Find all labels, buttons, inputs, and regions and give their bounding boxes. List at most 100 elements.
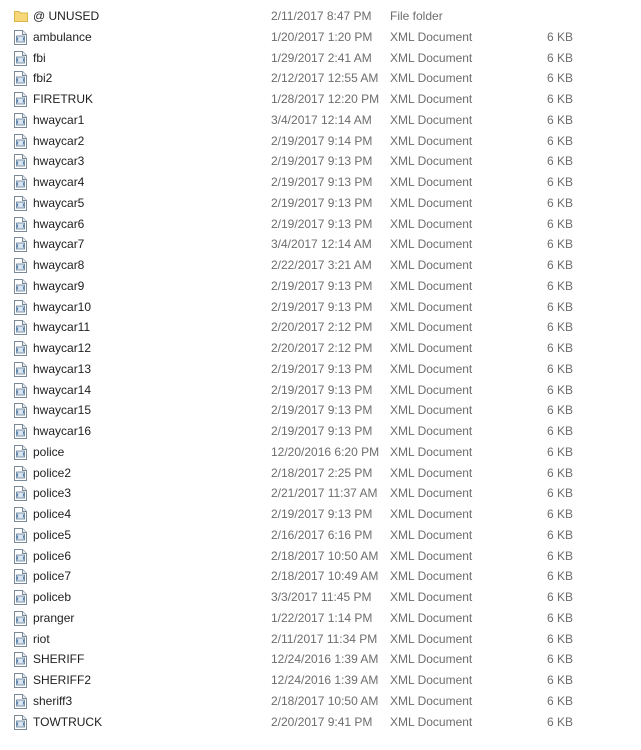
- file-row[interactable]: hwaycar8 2/22/2017 3:21 AM XML Document 6 K…: [0, 255, 641, 276]
- file-name: police5: [33, 527, 72, 542]
- file-date-modified: 2/21/2017 11:37 AM: [271, 486, 378, 501]
- file-row[interactable]: hwaycar5 2/19/2017 9:13 PM XML Document 6 K…: [0, 193, 641, 214]
- file-name: police6: [33, 548, 72, 563]
- file-row[interactable]: hwaycar16 2/19/2017 9:13 PM XML Document 6 …: [0, 421, 641, 442]
- xml-document-icon: [14, 133, 27, 149]
- xml-document-icon: [14, 258, 27, 273]
- file-name: hwaycar7: [33, 237, 85, 252]
- file-size: 6 KB: [546, 71, 573, 86]
- xml-document-icon: [14, 71, 27, 87]
- file-row[interactable]: police3 2/21/2017 11:37 AM XML Document 6 K…: [0, 483, 641, 504]
- file-date-modified: 1/20/2017 1:20 PM: [271, 29, 373, 44]
- xml-document-icon: [14, 548, 27, 564]
- file-type: XML Document: [390, 631, 473, 646]
- file-row[interactable]: hwaycar3 2/19/2017 9:13 PM XML Document 6 K…: [0, 151, 641, 172]
- file-row[interactable]: hwaycar15 2/19/2017 9:13 PM XML Document 6 …: [0, 400, 641, 421]
- file-name: fbi: [33, 50, 46, 65]
- file-size: 6 KB: [546, 693, 573, 708]
- file-row[interactable]: hwaycar6 2/19/2017 9:13 PM XML Document 6 K…: [0, 214, 641, 235]
- file-size: 6 KB: [546, 486, 573, 501]
- file-type: XML Document: [390, 465, 473, 480]
- file-row[interactable]: fbi2 2/12/2017 12:55 AM XML Document 6 KB: [0, 68, 641, 89]
- file-size: 6 KB: [546, 444, 573, 459]
- file-date-modified: 2/11/2017 8:47 PM: [271, 9, 372, 23]
- file-row[interactable]: hwaycar2 2/19/2017 9:14 PM XML Document 6 K…: [0, 131, 641, 152]
- file-type: XML Document: [390, 569, 473, 584]
- file-row[interactable]: TOWTRUCK 2/20/2017 9:41 PM XML Document 6 K…: [0, 712, 641, 733]
- file-size: 6 KB: [546, 299, 573, 314]
- file-row[interactable]: hwaycar11 2/20/2017 2:12 PM XML Document 6 …: [0, 317, 641, 338]
- xml-document-icon: [14, 50, 27, 66]
- file-type: XML Document: [390, 50, 473, 65]
- file-row[interactable]: hwaycar1 3/4/2017 12:14 AM XML Document 6 K…: [0, 110, 641, 131]
- file-size: 6 KB: [546, 361, 573, 376]
- file-row[interactable]: sheriff3 2/18/2017 10:50 AM XML Document 6 …: [0, 691, 641, 712]
- file-size: 6 KB: [546, 424, 573, 438]
- file-date-modified: 2/12/2017 12:55 AM: [271, 71, 379, 86]
- file-date-modified: 2/18/2017 10:49 AM: [271, 569, 379, 584]
- file-row[interactable]: fbi 1/29/2017 2:41 AM XML Document 6 KB: [0, 48, 641, 69]
- file-row[interactable]: hwaycar10 2/19/2017 9:13 PM XML Document 6 …: [0, 297, 641, 318]
- file-name: policeb: [33, 590, 72, 604]
- file-size: 6 KB: [546, 278, 573, 293]
- file-row[interactable]: hwaycar4 2/19/2017 9:13 PM XML Document 6 K…: [0, 172, 641, 193]
- file-type: XML Document: [390, 258, 473, 272]
- file-row[interactable]: FIRETRUK 1/28/2017 12:20 PM XML Document 6 …: [0, 89, 641, 110]
- file-date-modified: 2/18/2017 2:25 PM: [271, 465, 373, 480]
- file-type: XML Document: [390, 444, 473, 459]
- file-type: XML Document: [390, 673, 473, 687]
- file-date-modified: 1/22/2017 1:14 PM: [271, 610, 373, 625]
- file-size: 6 KB: [546, 631, 573, 646]
- file-row[interactable]: hwaycar13 2/19/2017 9:13 PM XML Document 6 …: [0, 359, 641, 380]
- file-row[interactable]: police4 2/19/2017 9:13 PM XML Document 6 KB: [0, 504, 641, 525]
- file-name: @ UNUSED: [33, 9, 100, 23]
- file-row[interactable]: hwaycar7 3/4/2017 12:14 AM XML Document 6 K…: [0, 234, 641, 255]
- xml-document-icon: [14, 237, 27, 253]
- file-type: XML Document: [390, 216, 473, 231]
- file-date-modified: 2/18/2017 10:50 AM: [271, 548, 379, 563]
- file-row[interactable]: police6 2/18/2017 10:50 AM XML Document 6 K…: [0, 546, 641, 567]
- file-date-modified: 3/4/2017 12:14 AM: [271, 237, 372, 252]
- xml-document-icon: [14, 444, 27, 460]
- file-date-modified: 2/16/2017 6:16 PM: [271, 527, 373, 542]
- file-row[interactable]: SHERIFF 12/24/2016 1:39 AM XML Document 6 K…: [0, 649, 641, 670]
- file-size: 6 KB: [546, 527, 573, 542]
- file-size: 6 KB: [546, 237, 573, 252]
- file-row[interactable]: @ UNUSED 2/11/2017 8:47 PM File folder: [0, 6, 641, 27]
- file-size: 6 KB: [546, 216, 573, 231]
- file-name: hwaycar2: [33, 133, 85, 148]
- file-row[interactable]: hwaycar12 2/20/2017 2:12 PM XML Document 6 …: [0, 338, 641, 359]
- file-row[interactable]: police7 2/18/2017 10:49 AM XML Document 6 K…: [0, 566, 641, 587]
- file-name: hwaycar8: [33, 258, 85, 272]
- file-size: 6 KB: [546, 403, 573, 418]
- file-size: 6 KB: [546, 714, 573, 729]
- file-size: 6 KB: [546, 652, 573, 667]
- file-size: 6 KB: [546, 465, 573, 480]
- file-row[interactable]: police5 2/16/2017 6:16 PM XML Document 6 KB: [0, 525, 641, 546]
- file-name: police3: [33, 486, 72, 501]
- file-date-modified: 2/19/2017 9:13 PM: [271, 154, 373, 169]
- file-size: 6 KB: [546, 610, 573, 625]
- file-type: File folder: [390, 9, 443, 23]
- file-row[interactable]: police 12/20/2016 6:20 PM XML Document 6 KB: [0, 442, 641, 463]
- file-type: XML Document: [390, 320, 473, 335]
- file-date-modified: 2/11/2017 11:34 PM: [271, 631, 378, 646]
- file-row[interactable]: riot 2/11/2017 11:34 PM XML Document 6 KB: [0, 629, 641, 650]
- file-row[interactable]: hwaycar9 2/19/2017 9:13 PM XML Document 6 K…: [0, 276, 641, 297]
- file-size: 6 KB: [546, 548, 573, 563]
- file-row[interactable]: pranger 1/22/2017 1:14 PM XML Document 6 KB: [0, 608, 641, 629]
- file-row[interactable]: SHERIFF2 12/24/2016 1:39 AM XML Document 6 …: [0, 670, 641, 691]
- file-type: XML Document: [390, 92, 473, 106]
- file-name: hwaycar5: [33, 195, 85, 210]
- file-row[interactable]: ambulance 1/20/2017 1:20 PM XML Document 6 …: [0, 27, 641, 48]
- xml-document-icon: [14, 361, 27, 377]
- file-row[interactable]: policeb 3/3/2017 11:45 PM XML Document 6 KB: [0, 587, 641, 608]
- file-row[interactable]: hwaycar14 2/19/2017 9:13 PM XML Document 6 …: [0, 380, 641, 401]
- file-type: XML Document: [390, 71, 473, 86]
- file-size: 6 KB: [546, 320, 573, 335]
- file-row[interactable]: police2 2/18/2017 2:25 PM XML Document 6 KB: [0, 463, 641, 484]
- file-date-modified: 2/19/2017 9:13 PM: [271, 424, 373, 438]
- xml-document-icon: [14, 693, 27, 709]
- file-size: 6 KB: [546, 195, 573, 210]
- file-type: XML Document: [390, 610, 473, 625]
